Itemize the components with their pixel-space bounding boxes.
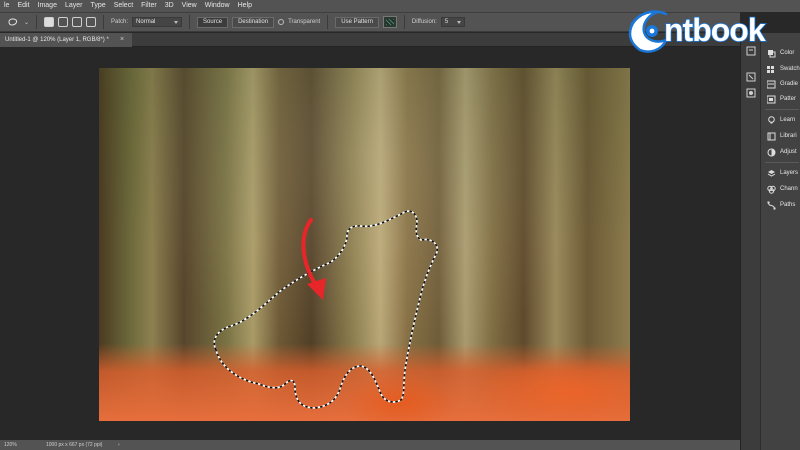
panel-gradients-label: Gradie [780, 81, 799, 87]
transparent-label: Transparent [288, 19, 321, 25]
logo-wordmark: ntbook [663, 11, 766, 49]
panel-paths-label: Paths [780, 202, 796, 208]
photoshop-window: le Edit Image Layer Type Select Filter 3… [0, 0, 800, 450]
document-tab-title: Untitled-1 @ 120% (Layer 1, RGB/8*) * [5, 37, 109, 43]
patterns-icon [767, 95, 776, 104]
panel-layers-label: Layers [780, 170, 799, 176]
panel-patterns-label: Patter [780, 96, 797, 102]
collapsed-panel-strip [740, 33, 760, 450]
panel-learn[interactable]: Learn [767, 114, 795, 126]
separator [103, 15, 105, 29]
panel-channels-label: Chann [780, 186, 798, 192]
panel-adjustments-label: Adjust [780, 149, 797, 155]
subtract-from-selection-icon[interactable] [72, 17, 83, 27]
canvas-area[interactable] [0, 47, 740, 440]
lightbulb-icon [767, 115, 776, 125]
tool-preset-chevron-icon[interactable]: ⌄ [24, 19, 29, 26]
close-icon[interactable]: × [120, 33, 124, 47]
panel-swatches-label: Swatch [780, 66, 800, 72]
paths-icon [767, 201, 776, 210]
separator [403, 15, 405, 29]
menu-edit[interactable]: Edit [13, 0, 33, 12]
patch-label: Patch: [111, 19, 129, 25]
libraries-icon [767, 132, 776, 141]
panel-divider [765, 109, 799, 110]
status-bar: 120% 1000 px x 667 px (72 ppi) › [0, 440, 740, 450]
panel-layers[interactable]: Layers [767, 167, 798, 179]
destination-button[interactable]: Destination [232, 16, 275, 28]
menu-window[interactable]: Window [201, 0, 234, 12]
document-canvas-image[interactable] [99, 68, 630, 421]
patch-mode-select[interactable]: Normal [132, 17, 183, 27]
patch-tool-icon[interactable] [6, 16, 20, 28]
status-menu-arrow[interactable]: › [118, 440, 120, 450]
zoom-level[interactable]: 120% [4, 440, 17, 450]
menu-filter[interactable]: Filter [137, 0, 161, 12]
menu-image[interactable]: Image [34, 0, 61, 12]
document-info: 1000 px x 667 px (72 ppi) [46, 442, 103, 448]
panel-paths[interactable]: Paths [767, 199, 795, 211]
channels-icon [767, 185, 776, 194]
adjustments-icon [767, 148, 776, 157]
menu-file[interactable]: le [0, 0, 13, 12]
menu-view[interactable]: View [178, 0, 201, 12]
pattern-picker[interactable] [382, 16, 397, 28]
panel-learn-label: Learn [780, 117, 796, 123]
menu-help[interactable]: Help [234, 0, 256, 12]
menu-3d[interactable]: 3D [161, 0, 178, 12]
annotation-arrow [301, 218, 321, 292]
intersect-selection-icon[interactable] [86, 17, 97, 27]
brush-settings-icon[interactable] [746, 85, 756, 98]
use-pattern-button[interactable]: Use Pattern [335, 16, 379, 28]
properties-icon[interactable] [746, 69, 756, 82]
menu-layer[interactable]: Layer [61, 0, 87, 12]
panel-swatches[interactable]: Swatch [767, 63, 800, 75]
menu-select[interactable]: Select [110, 0, 137, 12]
add-to-selection-icon[interactable] [58, 17, 69, 27]
panel-divider [765, 162, 799, 163]
panel-channels[interactable]: Chann [767, 183, 798, 195]
swatches-icon [767, 65, 776, 74]
separator [327, 15, 329, 29]
menu-type[interactable]: Type [87, 0, 110, 12]
panel-libraries[interactable]: Librari [767, 130, 797, 142]
panels-dock: Color Swatch Gradie Patter Learn Librari… [760, 33, 800, 450]
transparent-checkbox[interactable] [278, 19, 285, 25]
new-selection-icon[interactable] [44, 17, 55, 27]
panel-patterns[interactable]: Patter [767, 93, 796, 105]
panel-libraries-label: Librari [780, 133, 797, 139]
diffusion-label: Diffusion: [411, 19, 437, 25]
source-button[interactable]: Source [197, 16, 229, 28]
watermark-logo: ntbook [622, 2, 800, 62]
document-tab[interactable]: Untitled-1 @ 120% (Layer 1, RGB/8*) * × [0, 33, 132, 47]
separator [36, 15, 38, 29]
canvas-overlay [213, 210, 439, 409]
gradients-icon [767, 80, 776, 89]
patch-selection-outline[interactable] [213, 210, 439, 409]
panel-adjustments[interactable]: Adjust [767, 146, 797, 158]
annotation-arrowhead [307, 278, 326, 300]
layers-icon [767, 169, 776, 178]
separator [189, 15, 191, 29]
diffusion-select[interactable]: 5 [440, 17, 465, 27]
panel-gradients[interactable]: Gradie [767, 78, 798, 90]
